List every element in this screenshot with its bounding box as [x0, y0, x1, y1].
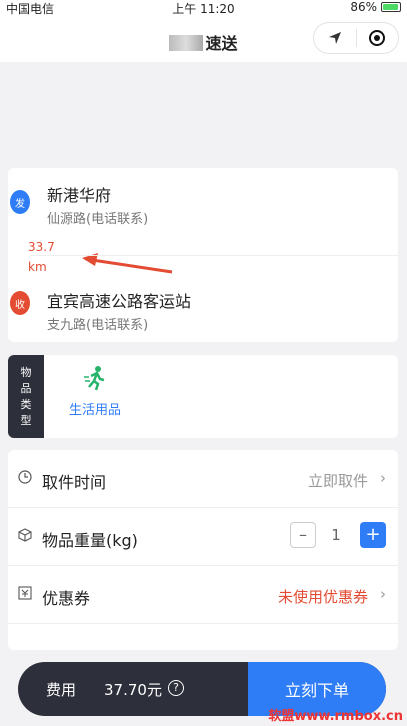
coupon-value: 未使用优惠券	[277, 588, 368, 606]
pickup-time-value: 立即取件	[307, 472, 368, 490]
watermark: 软盟www.rmbox.cn	[268, 709, 403, 724]
chevron-right-icon: ›	[380, 585, 386, 603]
weight-increase-button[interactable]: +	[360, 522, 386, 548]
start-pin-icon: 发	[10, 190, 30, 214]
weight-decrease-button[interactable]: –	[290, 522, 316, 548]
help-icon[interactable]: ?	[168, 680, 184, 696]
start-address-name[interactable]: 新港华府	[47, 182, 111, 206]
coupon-row[interactable]: 优惠券 未使用优惠券 ›	[8, 566, 398, 624]
goods-option-daily[interactable]: 生活用品	[60, 365, 130, 418]
nav-bar: 速送	[0, 16, 407, 62]
weight-row: 物品重量(kg) – 1 +	[8, 508, 398, 566]
pickup-time-row[interactable]: 取件时间 立即取件 ›	[8, 450, 398, 508]
fee-amount: 37.70元	[104, 681, 162, 699]
location-arrow-icon[interactable]	[314, 23, 356, 53]
end-address-sub[interactable]: 支九路(电话联系)	[47, 314, 148, 333]
address-divider	[30, 255, 398, 256]
options-card: 取件时间 立即取件 › 物品重量(kg) – 1 + 优惠券 未使用优惠券 ›	[8, 450, 398, 650]
weight-value[interactable]: 1	[326, 526, 346, 544]
status-right: 86%	[350, 0, 401, 14]
blurred-brand	[169, 35, 204, 51]
start-address-sub[interactable]: 仙源路(电话联系)	[47, 208, 148, 227]
status-bar: 中国电信 上午 11:20 86%	[0, 0, 407, 16]
clock-icon	[18, 470, 32, 488]
end-address-name[interactable]: 宜宾高速公路客运站	[47, 288, 191, 312]
goods-type-tag: 物 品 类 型	[8, 355, 44, 438]
coupon-label: 优惠券	[42, 589, 91, 608]
distance: 33.7 km	[28, 240, 55, 274]
mini-program-capsule	[313, 22, 399, 54]
fee-label: 费用	[46, 681, 77, 699]
end-pin-icon: 收	[10, 291, 30, 315]
coupon-icon	[18, 586, 32, 604]
running-person-icon	[60, 365, 130, 395]
chevron-right-icon: ›	[380, 469, 386, 487]
box-icon	[18, 528, 32, 546]
goods-type-card: 物 品 类 型 生活用品	[8, 355, 398, 438]
annotation-arrow	[82, 253, 173, 274]
battery-percent: 86%	[350, 0, 377, 14]
goods-option-label: 生活用品	[68, 403, 121, 418]
clock: 上午 11:20	[172, 2, 235, 16]
pickup-time-label: 取件时间	[42, 473, 107, 492]
map-area[interactable]	[0, 62, 407, 166]
battery-icon	[381, 2, 401, 12]
partial-row	[8, 624, 398, 650]
weight-label: 物品重量(kg)	[42, 531, 138, 550]
target-icon[interactable]	[357, 23, 399, 53]
